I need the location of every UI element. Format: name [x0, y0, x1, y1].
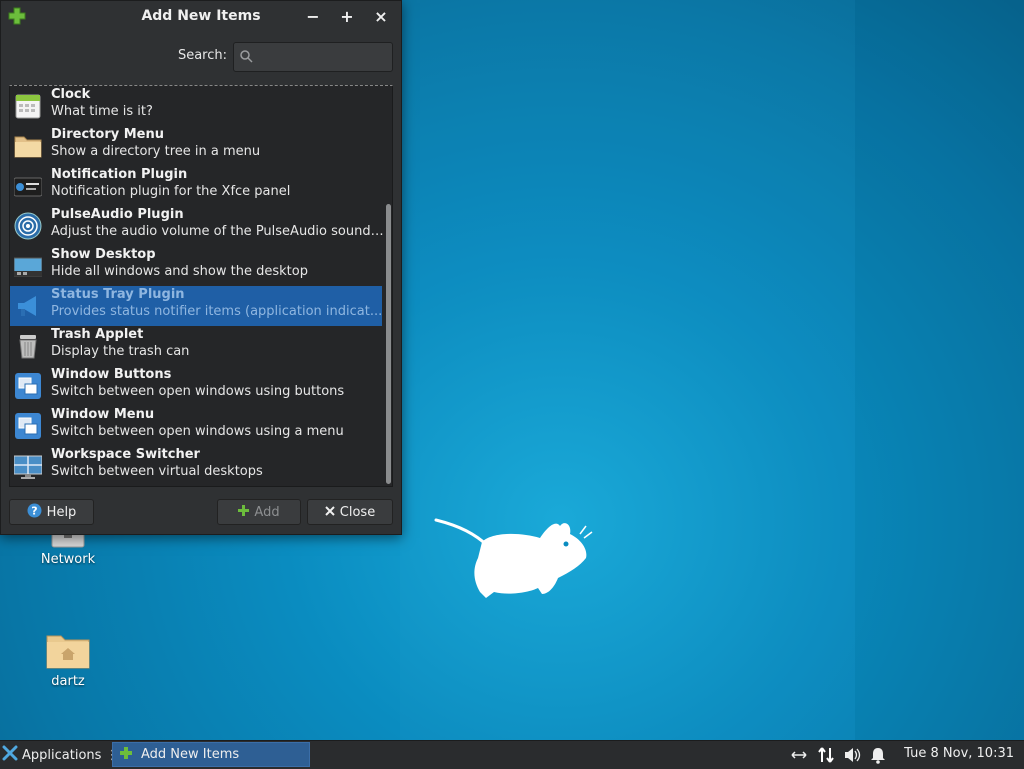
item-name: Status Tray Plugin [51, 287, 185, 302]
windows-icon [14, 412, 42, 440]
wallpaper-band [400, 0, 855, 740]
svg-text:?: ? [31, 504, 37, 517]
item-name: Trash Applet [51, 327, 144, 342]
list-item-window-menu[interactable]: Window Menu Switch between open windows … [10, 406, 382, 446]
item-desc: Provides status notifier items (applicat… [51, 304, 383, 319]
search-field[interactable] [233, 42, 393, 72]
list-scrollbar[interactable] [386, 204, 391, 484]
item-name: PulseAudio Plugin [51, 207, 184, 222]
desktop-icon [13, 252, 43, 280]
applications-label: Applications [22, 747, 102, 763]
close-button[interactable]: Close [307, 499, 393, 525]
notification-icon [13, 172, 43, 200]
plugin-list[interactable]: Clock What time is it? Directory Menu Sh… [9, 85, 393, 487]
list-item-workspace-switcher[interactable]: Workspace Switcher Switch between virtua… [10, 446, 382, 486]
bottom-panel: Applications ⋮ Add New Items Tue 8 Nov, … [0, 740, 1024, 769]
item-desc: Hide all windows and show the desktop [51, 264, 308, 279]
xfce-logo-icon [2, 745, 18, 765]
help-button[interactable]: ? Help [9, 499, 94, 525]
clock[interactable]: Tue 8 Nov, 10:31 [904, 746, 1014, 761]
add-plus-icon [119, 746, 133, 764]
add-button[interactable]: Add [217, 499, 301, 525]
bell-icon[interactable] [870, 745, 886, 765]
item-name: Window Menu [51, 407, 155, 422]
add-label: Add [254, 504, 280, 520]
list-item-clock[interactable]: Clock What time is it? [10, 86, 382, 126]
item-desc: Switch between open windows using button… [51, 384, 345, 399]
desktop-icon-label: dartz [51, 674, 85, 689]
calendar-icon [14, 92, 42, 120]
item-name: Directory Menu [51, 127, 165, 142]
item-name: Notification Plugin [51, 167, 188, 182]
item-name: Window Buttons [51, 367, 172, 382]
list-item-window-buttons[interactable]: Window Buttons Switch between open windo… [10, 366, 382, 406]
list-item-trash-applet[interactable]: Trash Applet Display the trash can [10, 326, 382, 366]
maximize-button[interactable]: + [337, 7, 357, 27]
item-desc: Show a directory tree in a menu [51, 144, 261, 159]
desktop-icon-home[interactable]: dartz [23, 630, 113, 689]
taskbar-button-add-new-items[interactable]: Add New Items [112, 742, 310, 767]
list-item-directory-menu[interactable]: Directory Menu Show a directory tree in … [10, 126, 382, 166]
windows-icon [14, 372, 42, 400]
xfce-mouse-logo [430, 512, 600, 611]
item-name: Show Desktop [51, 247, 156, 262]
item-desc: Switch between virtual desktops [51, 464, 263, 479]
applications-menu-button[interactable]: Applications ⋮ [2, 745, 118, 765]
workspace-icon [13, 452, 43, 480]
item-desc: What time is it? [51, 104, 153, 119]
list-item-notification-plugin[interactable]: Notification Plugin Notification plugin … [10, 166, 382, 206]
minimize-button[interactable]: − [303, 7, 323, 27]
item-desc: Display the trash can [51, 344, 190, 359]
task-label: Add New Items [141, 747, 240, 762]
desktop-icon-label: Network [40, 552, 96, 567]
search-icon [240, 50, 253, 67]
speaker-icon [14, 212, 42, 240]
item-name: Clock [51, 87, 91, 102]
close-label: Close [339, 504, 376, 520]
item-desc: Switch between open windows using a menu [51, 424, 344, 439]
megaphone-icon [14, 292, 42, 320]
wallpaper-band [855, 0, 1024, 740]
list-item-pulseaudio-plugin[interactable]: PulseAudio Plugin Adjust the audio volum… [10, 206, 387, 246]
volume-icon[interactable] [843, 745, 861, 765]
item-desc: Notification plugin for the Xfce panel [51, 184, 291, 199]
list-item-status-tray-plugin[interactable]: Status Tray Plugin Provides status notif… [10, 286, 382, 326]
item-name: Workspace Switcher [51, 447, 200, 462]
network-arrows-icon[interactable] [790, 745, 808, 765]
help-label: Help [46, 504, 77, 520]
close-icon [325, 505, 335, 520]
trash-icon [14, 332, 42, 360]
home-folder-icon [45, 630, 91, 670]
close-window-button[interactable]: × [371, 7, 391, 27]
list-item-show-desktop[interactable]: Show Desktop Hide all windows and show t… [10, 246, 382, 286]
folder-icon [14, 132, 42, 160]
help-icon: ? [27, 503, 42, 522]
titlebar[interactable]: Add New Items − + × [1, 1, 401, 33]
transfer-icon[interactable] [817, 745, 835, 765]
add-new-items-dialog: Add New Items − + × Search: Clock What t… [0, 0, 402, 535]
search-label: Search: [177, 48, 227, 63]
search-row: Search: [1, 42, 393, 72]
add-icon [238, 504, 250, 520]
item-desc: Adjust the audio volume of the PulseAudi… [51, 224, 387, 239]
search-input[interactable] [258, 46, 388, 68]
